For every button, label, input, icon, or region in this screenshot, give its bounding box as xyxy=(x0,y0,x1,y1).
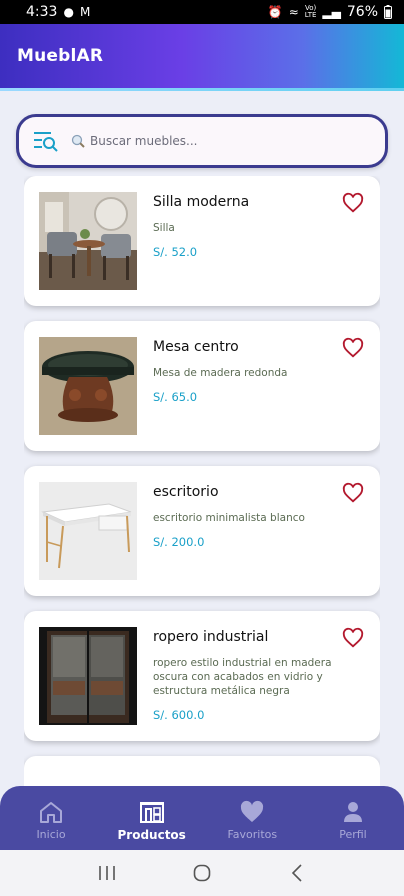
product-description: Mesa de madera redonda xyxy=(153,367,288,379)
desk-image xyxy=(39,482,137,580)
recent-apps-button[interactable] xyxy=(95,861,119,885)
round-table-image xyxy=(39,337,137,435)
store-icon xyxy=(139,802,164,823)
product-card-partial[interactable] xyxy=(24,756,380,786)
product-name: escritorio xyxy=(153,484,219,500)
wardrobe-image xyxy=(39,627,137,725)
favorite-heart-icon[interactable] xyxy=(342,192,364,214)
nav-label-inicio: Inicio xyxy=(36,828,66,841)
system-navigation xyxy=(0,850,404,896)
product-name: ropero industrial xyxy=(153,629,269,645)
volte-indicator: Vo) LTE xyxy=(305,5,317,19)
signal-icon: ▂▄ xyxy=(322,5,341,19)
product-price: S/. 200.0 xyxy=(153,535,205,549)
favorite-heart-icon[interactable] xyxy=(342,482,364,504)
home-circle-icon xyxy=(193,864,211,882)
status-time: 4:33 xyxy=(26,4,58,20)
home-icon xyxy=(40,802,62,823)
product-price: S/. 600.0 xyxy=(153,708,205,722)
app-bar: MueblAR xyxy=(0,24,404,91)
product-name: Mesa centro xyxy=(153,339,239,355)
nav-label-perfil: Perfil xyxy=(339,828,367,841)
status-bar: 4:33 ● M ⏰ ≈ Vo) LTE ▂▄ 76% xyxy=(0,0,404,24)
product-card[interactable]: ropero industrial ropero estilo industri… xyxy=(24,611,380,741)
search-bar xyxy=(16,114,388,168)
product-description: Silla xyxy=(153,222,175,234)
app-title: MueblAR xyxy=(17,46,104,66)
lte-label: LTE xyxy=(304,11,317,19)
nav-label-favoritos: Favoritos xyxy=(227,828,278,841)
nav-item-productos[interactable]: Productos xyxy=(117,786,187,850)
product-description: escritorio minimalista blanco xyxy=(153,512,305,524)
search-icon xyxy=(71,134,85,148)
person-icon xyxy=(343,802,362,822)
wifi-icon: ≈ xyxy=(288,5,299,19)
product-card[interactable]: Mesa centro Mesa de madera redonda S/. 6… xyxy=(24,321,380,451)
chairs-image xyxy=(39,192,137,290)
battery-level: 76% xyxy=(346,4,378,20)
favorite-heart-icon[interactable] xyxy=(342,627,364,649)
product-name: Silla moderna xyxy=(153,194,250,210)
recent-apps-icon xyxy=(99,866,116,880)
nav-label-productos: Productos xyxy=(117,828,186,842)
product-price: S/. 65.0 xyxy=(153,390,198,404)
gmail-icon: M xyxy=(79,5,91,19)
heart-icon xyxy=(241,800,264,822)
bottom-navigation: Inicio Productos Favoritos Perfil xyxy=(0,786,404,850)
product-card[interactable]: Silla moderna Silla S/. 52.0 xyxy=(24,176,380,306)
product-price: S/. 52.0 xyxy=(153,245,198,259)
product-description: ropero estilo industrial en madera oscur… xyxy=(153,657,332,697)
nav-item-favoritos[interactable]: Favoritos xyxy=(217,786,287,850)
filter-search-icon[interactable] xyxy=(33,130,59,152)
search-input[interactable] xyxy=(90,134,350,148)
favorite-heart-icon[interactable] xyxy=(342,337,364,359)
battery-icon xyxy=(384,5,392,19)
product-list: Silla moderna Silla S/. 52.0 Mesa centro… xyxy=(24,176,380,786)
back-chevron-icon xyxy=(291,864,302,882)
back-button[interactable] xyxy=(285,861,309,885)
product-card[interactable]: escritorio escritorio minimalista blanco… xyxy=(24,466,380,596)
nav-item-inicio[interactable]: Inicio xyxy=(16,786,86,850)
home-button[interactable] xyxy=(190,861,214,885)
alarm-icon: ⏰ xyxy=(267,5,283,19)
nav-item-perfil[interactable]: Perfil xyxy=(318,786,388,850)
notification-icon: ● xyxy=(63,5,74,19)
